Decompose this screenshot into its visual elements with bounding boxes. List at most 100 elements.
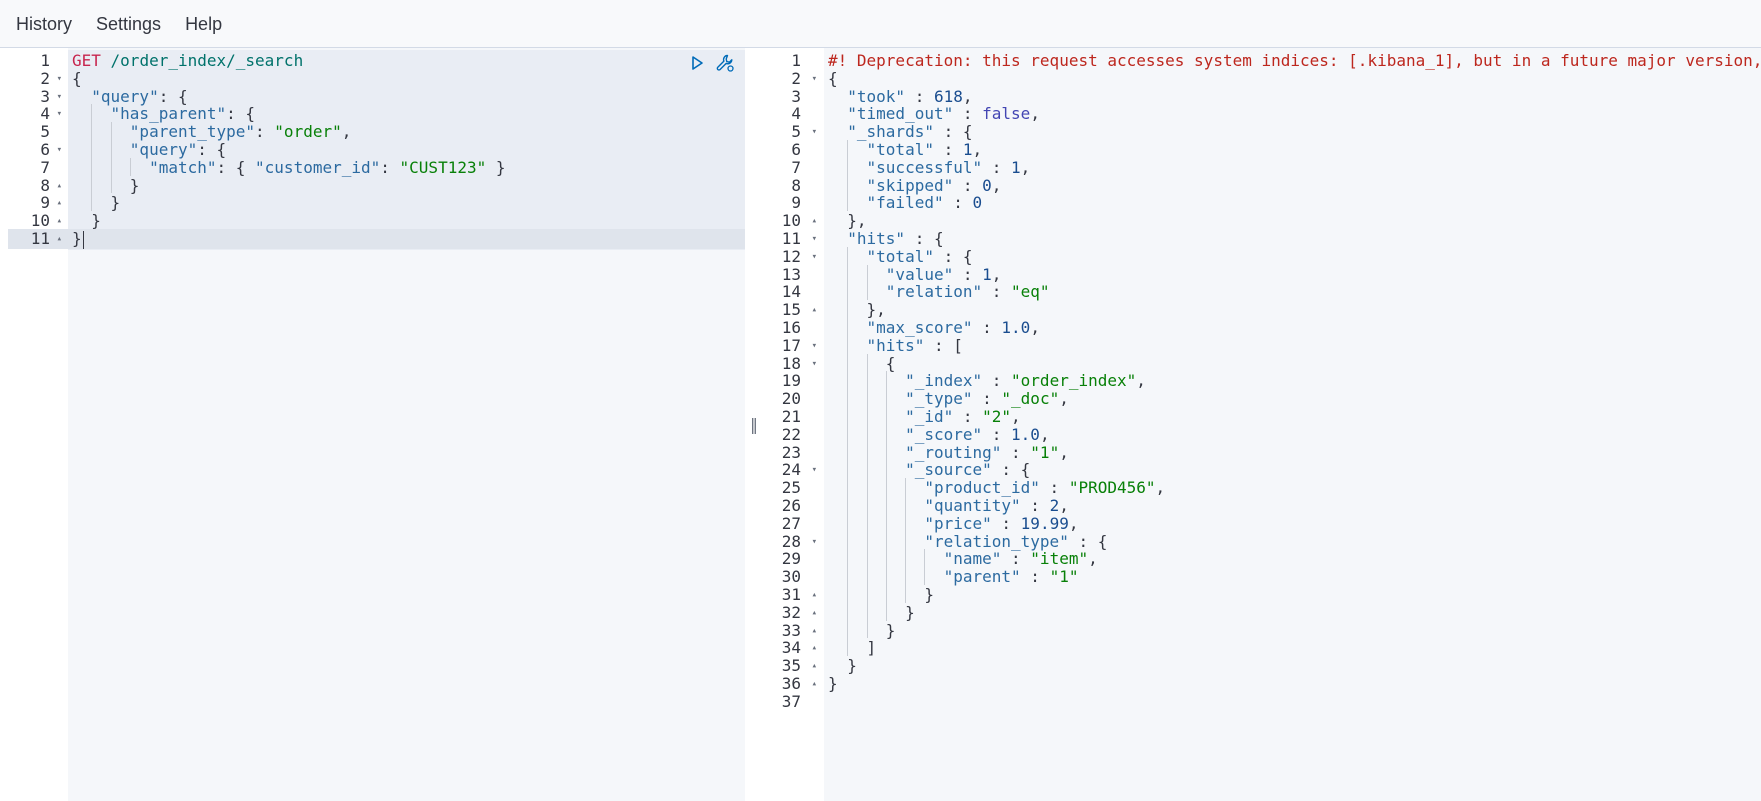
response-token-punc: :	[1001, 549, 1031, 569]
request-indent-guide	[110, 122, 112, 140]
response-token-punc: :	[953, 175, 983, 195]
response-indent-guide	[847, 371, 849, 390]
response-token-str: "eq"	[1011, 282, 1050, 302]
response-indent-guide	[847, 264, 849, 283]
response-token-key: "value"	[885, 264, 954, 284]
response-token-str: "1"	[1049, 567, 1079, 587]
response-token-punc: },	[828, 211, 867, 231]
response-indent-guide	[905, 478, 907, 496]
response-indent-guide	[885, 531, 887, 550]
response-indent-guide	[847, 549, 849, 568]
response-token-punc: :	[972, 318, 1002, 337]
response-token-punc: :	[982, 157, 1012, 177]
request-indent-guide	[91, 140, 93, 158]
response-indent-guide	[885, 442, 887, 461]
request-gutter: 1 2 ▾ 3 ▾ 4 ▾ 5 6 ▾ 7 8 ▴ 9 ▴ 10 ▴ 11 ▴	[8, 48, 68, 801]
response-token-punc: : [	[924, 335, 963, 355]
response-token-key: "price"	[924, 513, 992, 533]
response-token-str: "order_index"	[1011, 371, 1137, 391]
response-token-key: "relation_type"	[924, 531, 1069, 551]
response-code-area[interactable]: #! Deprecation: this request accesses sy…	[824, 48, 1761, 801]
response-indent-guide	[885, 549, 887, 568]
response-token-punc	[828, 229, 847, 248]
response-token-punc	[828, 265, 886, 284]
response-indent-guide	[866, 424, 868, 443]
response-indent-guide	[924, 567, 926, 585]
response-code-line[interactable]	[824, 692, 1761, 712]
response-token-punc: }	[828, 585, 934, 604]
response-indent-guide	[924, 549, 926, 568]
response-viewer[interactable]: 1 2 ▾ 3 4 5 ▾ 6 7 8 9 10 ▴ 11 ▾ 12 ▾ 13 14 15 ▴ 16 17 ▾ 18 ▾ 19 20 2…	[763, 48, 1761, 801]
request-code-text: }	[72, 229, 84, 249]
request-settings-button[interactable]	[714, 52, 736, 74]
request-editor[interactable]: 1 2 ▾ 3 ▾ 4 ▾ 5 6 ▾ 7 8 ▴ 9 ▴ 10 ▴ 11 ▴ GET /order_index/_…	[8, 48, 745, 801]
response-indent-guide	[847, 496, 849, 514]
response-token-key: "took"	[847, 86, 906, 106]
response-indent-guide	[847, 140, 849, 158]
response-indent-guide	[866, 460, 868, 479]
request-token-punc	[72, 140, 130, 159]
response-indent-guide	[847, 638, 849, 657]
response-token-key: "_shards"	[847, 122, 934, 142]
response-indent-guide	[847, 442, 849, 461]
request-token-punc	[72, 87, 91, 106]
response-token-punc	[828, 514, 924, 533]
response-token-punc	[828, 104, 847, 123]
menu-history[interactable]: History	[16, 0, 72, 48]
request-token-punc: }	[72, 193, 121, 213]
response-token-bool: false	[982, 104, 1031, 124]
response-indent-guide	[866, 442, 868, 461]
request-token-punc: :	[380, 157, 400, 177]
response-token-num: 1.0	[1011, 424, 1040, 444]
response-token-punc: :	[1020, 567, 1050, 587]
response-token-punc: : {	[991, 460, 1031, 480]
response-token-key: "_routing"	[905, 442, 1002, 462]
response-indent-guide	[847, 602, 849, 621]
response-token-punc	[828, 496, 924, 515]
response-token-key: "hits"	[847, 229, 906, 248]
response-indent-guide	[866, 567, 868, 585]
response-indent-guide	[905, 549, 907, 568]
response-indent-guide	[885, 460, 887, 479]
request-token-punc: }	[72, 211, 101, 231]
response-indent-guide	[885, 407, 887, 425]
response-token-punc: ,	[1068, 513, 1079, 533]
response-indent-guide	[847, 585, 849, 603]
request-token-punc: ,	[341, 122, 352, 142]
run-request-button[interactable]	[686, 52, 708, 74]
request-token-key: "query"	[91, 86, 159, 106]
response-token-punc: ,	[1030, 104, 1040, 124]
request-token-key: "match"	[149, 157, 217, 177]
menu-help[interactable]: Help	[185, 0, 222, 48]
request-code-line[interactable]: }	[68, 229, 745, 249]
request-indent-guide	[110, 175, 112, 194]
response-indent-guide	[866, 585, 868, 603]
response-token-key: "_type"	[905, 389, 973, 409]
response-indent-guide	[847, 318, 849, 336]
response-indent-guide	[847, 246, 849, 265]
request-code-area[interactable]: GET /order_index/_search{ "query": { "ha…	[68, 48, 745, 801]
request-token-key: "query"	[129, 140, 198, 159]
response-token-punc: ,	[1039, 424, 1050, 444]
response-indent-guide	[885, 585, 887, 603]
response-token-str: "2"	[982, 407, 1012, 426]
response-token-punc	[828, 478, 924, 497]
menu-settings[interactable]: Settings	[96, 0, 161, 48]
response-token-punc: }	[828, 620, 896, 640]
response-indent-guide	[866, 264, 868, 283]
response-indent-guide	[866, 620, 868, 639]
request-indent-guide	[91, 175, 93, 194]
response-indent-guide	[885, 389, 887, 407]
top-menu-bar: History Settings Help	[0, 0, 1761, 48]
response-token-punc: {	[828, 68, 838, 88]
response-indent-guide	[866, 389, 868, 407]
fold-end-icon[interactable]: ▴	[57, 229, 62, 249]
response-token-punc: : {	[933, 246, 973, 266]
response-token-punc: : {	[905, 229, 944, 248]
response-token-punc: :	[991, 513, 1021, 533]
response-token-punc: :	[943, 193, 973, 213]
response-indent-guide	[847, 478, 849, 496]
request-token-punc: : {	[197, 140, 227, 159]
response-token-punc: },	[828, 300, 886, 320]
pane-resizer[interactable]: ‖	[745, 48, 763, 801]
